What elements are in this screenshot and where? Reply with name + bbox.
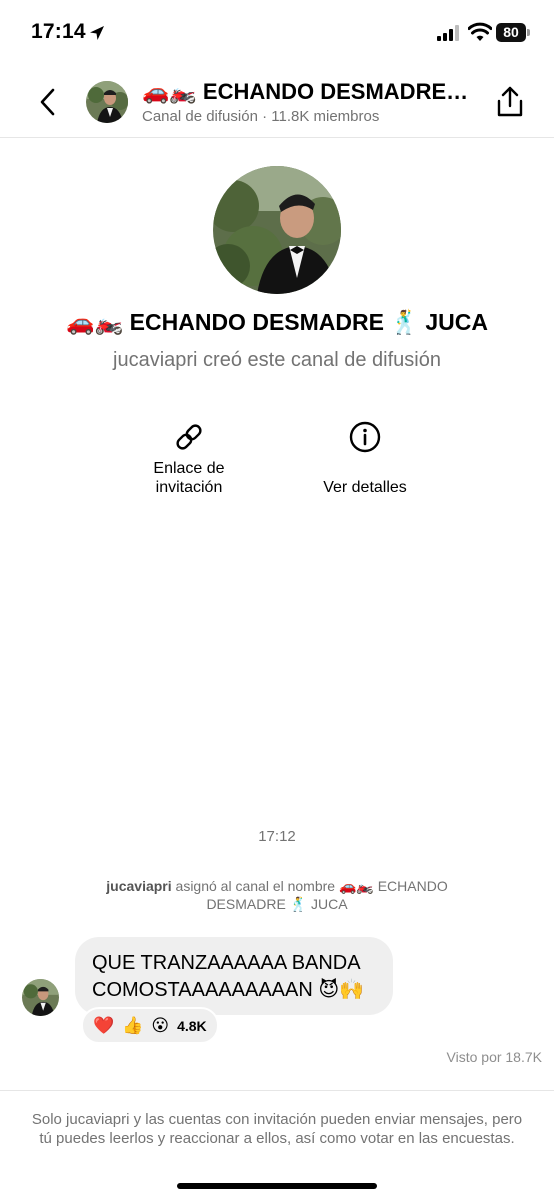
signal-icon — [437, 25, 459, 41]
header-divider — [0, 137, 554, 138]
reaction-thumbs-up: 👍 — [122, 1015, 144, 1035]
system-message-text-1: asignó al canal el nombre 🚗🏍️ ECHANDO — [171, 878, 448, 894]
system-message: jucaviapri asignó al canal el nombre 🚗🏍️… — [60, 877, 494, 913]
system-message-user: jucaviapri — [106, 878, 172, 894]
link-icon — [176, 424, 202, 450]
location-arrow-icon — [90, 26, 104, 40]
creator-line: jucaviapri creó este canal de difusión — [113, 349, 441, 371]
channel-title: 🚗🏍️ ECHANDO DESMADRE 🕺 JUCA — [66, 309, 488, 335]
info-icon — [349, 421, 381, 453]
battery-level: 80 — [496, 23, 526, 42]
wifi-icon — [468, 22, 492, 41]
reactions-bar[interactable]: ❤️ 👍 😮 4.8K — [81, 1007, 219, 1044]
system-message-text-2: DESMADRE 🕺 JUCA — [206, 896, 348, 912]
share-icon[interactable] — [494, 84, 526, 120]
message-line-2: COMOSTAAAAAAAAAN 😈🙌 — [92, 979, 365, 1001]
channel-subtitle: Canal de difusión · 11.8K miembros — [142, 108, 380, 125]
header-avatar[interactable] — [86, 81, 128, 123]
invite-link-button[interactable]: Enlace de invitación — [129, 421, 249, 497]
seen-by[interactable]: Visto por 18.7K — [447, 1049, 542, 1065]
sender-avatar[interactable] — [22, 979, 59, 1016]
message-line-1: QUE TRANZAAAAAA BANDA — [92, 952, 361, 974]
message-text: QUE TRANZAAAAAA BANDA COMOSTAAAAAAAAAN 😈… — [92, 950, 392, 1004]
reaction-heart: ❤️ — [93, 1015, 115, 1035]
back-button[interactable] — [32, 84, 64, 120]
invite-label-line1: Enlace de — [153, 460, 225, 477]
channel-avatar[interactable] — [213, 166, 341, 294]
invite-label-line2: invitación — [155, 479, 223, 496]
footer-note: Solo jucaviapri y las cuentas con invita… — [31, 1111, 523, 1147]
message-timestamp: 17:12 — [258, 828, 296, 845]
battery-icon: 80 — [496, 23, 531, 42]
channel-name-header[interactable]: 🚗🏍️ ECHANDO DESMADRE… — [142, 79, 477, 105]
reaction-count: 4.8K — [177, 1017, 207, 1034]
details-label: Ver detalles — [323, 479, 407, 496]
reaction-surprised: 😮 — [151, 1015, 170, 1035]
view-details-button[interactable]: Ver detalles — [300, 421, 430, 497]
home-indicator — [177, 1183, 377, 1189]
status-time: 17:14 — [31, 20, 86, 43]
footer-divider — [0, 1090, 554, 1091]
